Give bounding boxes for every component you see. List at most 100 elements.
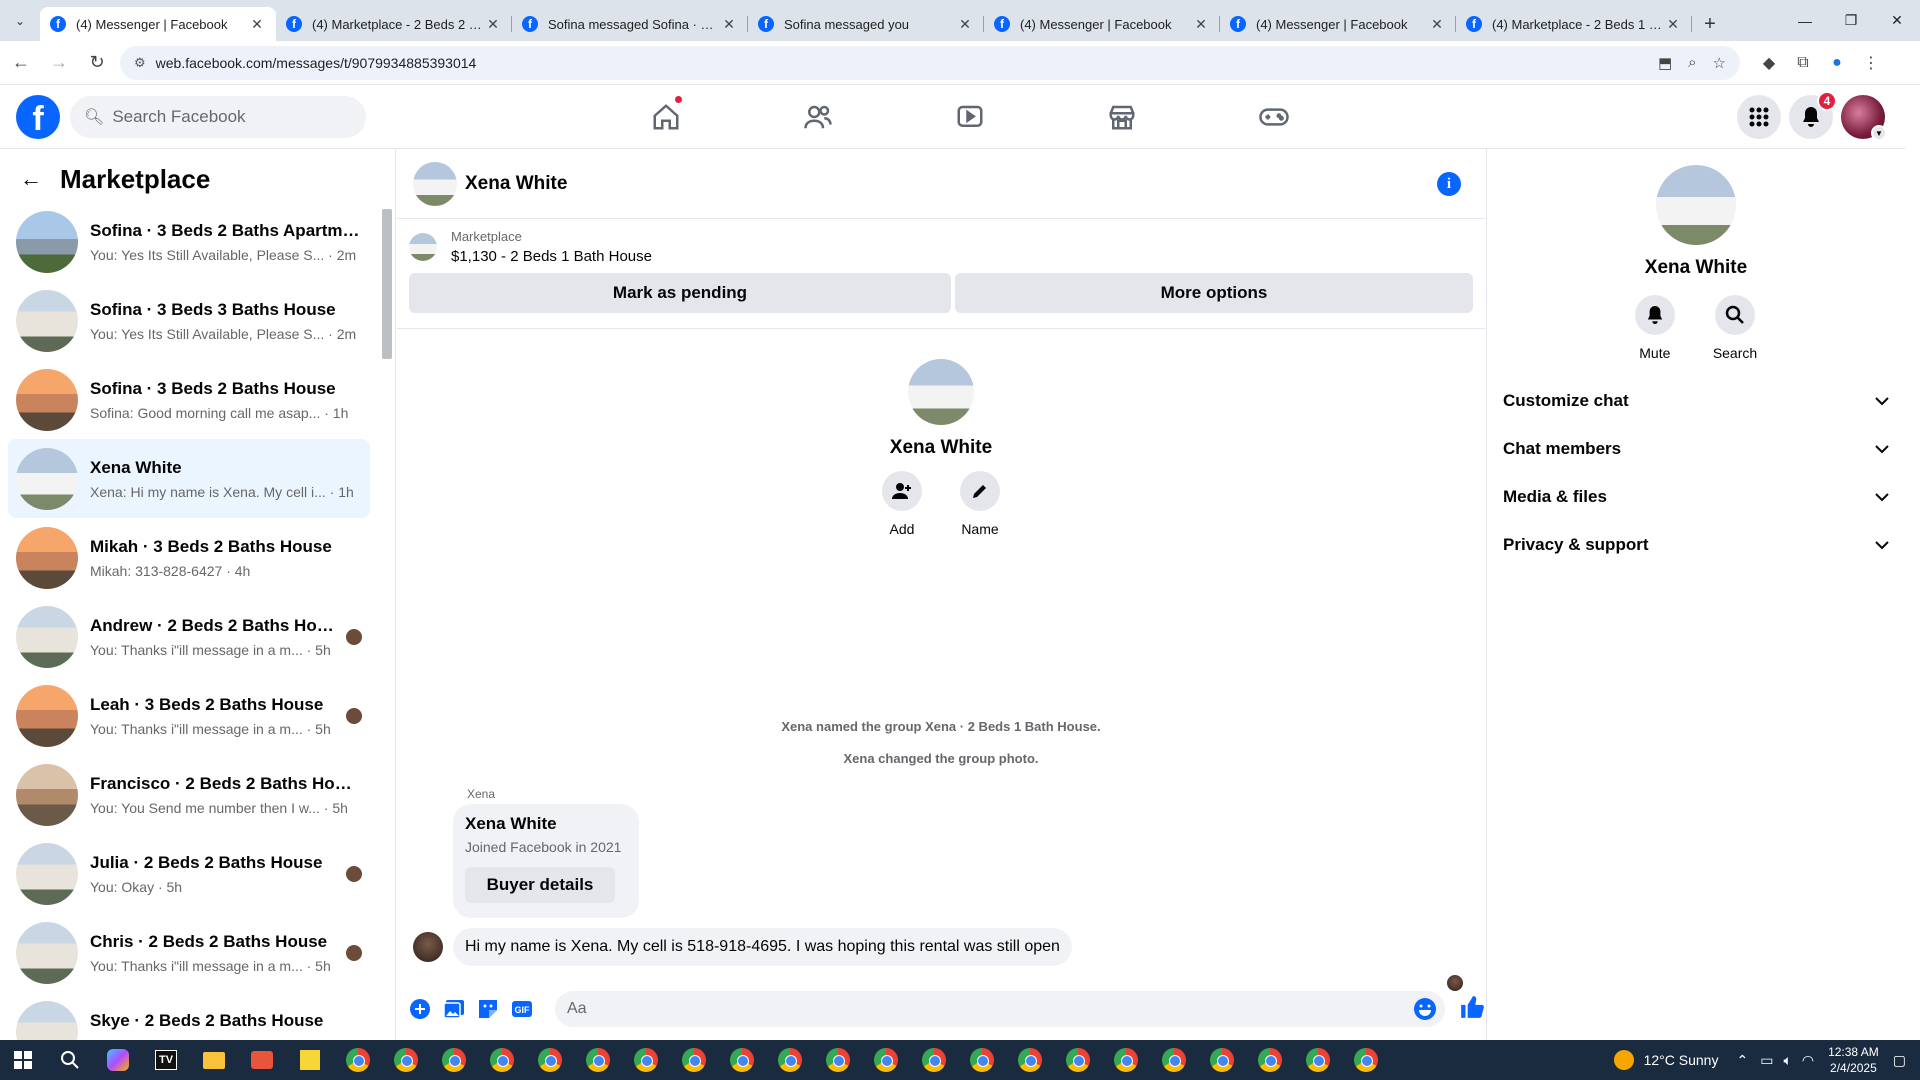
browser-tab[interactable]: f (4) Messenger | Facebook ✕ xyxy=(40,7,276,41)
chrome-taskbar-icon[interactable] xyxy=(814,1040,862,1080)
chrome-taskbar-icon[interactable] xyxy=(622,1040,670,1080)
chrome-taskbar-icon[interactable] xyxy=(1150,1040,1198,1080)
close-window-button[interactable]: ✕ xyxy=(1874,0,1920,41)
browser-tab[interactable]: f (4) Messenger | Facebook ✕ xyxy=(984,7,1220,41)
chrome-taskbar-icon[interactable] xyxy=(958,1040,1006,1080)
minimize-button[interactable]: — xyxy=(1782,0,1828,41)
conversation-item[interactable]: Julia · 2 Beds 2 Baths House You: Okay · … xyxy=(8,834,370,913)
emoji-icon[interactable] xyxy=(1413,997,1437,1026)
gif-icon[interactable]: GIF xyxy=(507,994,537,1024)
info-icon[interactable]: i xyxy=(1437,172,1461,196)
tray-chevron-icon[interactable]: ⌃ xyxy=(1736,1052,1748,1069)
chrome-taskbar-icon[interactable] xyxy=(382,1040,430,1080)
conversation-item[interactable]: Andrew · 2 Beds 2 Baths House You: Thanks… xyxy=(8,597,370,676)
message-input[interactable]: Aa xyxy=(555,991,1445,1027)
clock[interactable]: 12:38 AM 2/4/2025 xyxy=(1828,1044,1879,1076)
photo-icon[interactable] xyxy=(439,994,469,1024)
mark-as-pending-button[interactable]: Mark as pending xyxy=(409,273,951,313)
close-tab-icon[interactable]: ✕ xyxy=(1664,16,1682,33)
file-explorer-icon[interactable] xyxy=(190,1040,238,1080)
listing-title[interactable]: $1,130 - 2 Beds 1 Bath House xyxy=(451,248,652,265)
mute-button[interactable]: Mute xyxy=(1634,295,1675,361)
search-in-chat-button[interactable]: Search xyxy=(1713,295,1757,361)
sticker-icon[interactable] xyxy=(473,994,503,1024)
tab-search-button[interactable]: ⌄ xyxy=(0,0,40,41)
chat-name[interactable]: Xena White xyxy=(465,173,567,195)
home-nav-icon[interactable] xyxy=(590,85,742,149)
sender-avatar[interactable] xyxy=(413,932,443,962)
conversation-item[interactable]: Xena White Xena: Hi my name is Xena. My c… xyxy=(8,439,370,518)
chrome-taskbar-icon[interactable] xyxy=(670,1040,718,1080)
app-icon[interactable]: TV xyxy=(142,1040,190,1080)
marketplace-nav-icon[interactable] xyxy=(1046,85,1198,149)
name-group-button[interactable]: Name xyxy=(960,471,1000,537)
wifi-icon[interactable]: ◠ xyxy=(1802,1052,1814,1069)
chrome-taskbar-icon[interactable] xyxy=(1054,1040,1102,1080)
details-menu-item[interactable]: Chat members xyxy=(1503,425,1889,473)
plus-icon[interactable] xyxy=(405,994,435,1024)
chat-avatar[interactable] xyxy=(413,161,457,206)
close-tab-icon[interactable]: ✕ xyxy=(720,16,738,33)
forward-button[interactable]: → xyxy=(42,46,76,80)
page-scrollbar[interactable] xyxy=(1905,85,1920,1040)
chrome-taskbar-icon[interactable] xyxy=(862,1040,910,1080)
more-options-button[interactable]: More options xyxy=(955,273,1473,313)
conversation-item[interactable]: Sofina · 3 Beds 3 Baths House You: Yes It… xyxy=(8,281,370,360)
chrome-taskbar-icon[interactable] xyxy=(766,1040,814,1080)
back-button[interactable]: ← xyxy=(4,46,38,80)
chrome-taskbar-icon[interactable] xyxy=(1342,1040,1390,1080)
close-tab-icon[interactable]: ✕ xyxy=(1192,16,1210,33)
thumbs-up-icon[interactable] xyxy=(1459,994,1485,1025)
close-tab-icon[interactable]: ✕ xyxy=(248,16,266,33)
chrome-taskbar-icon[interactable] xyxy=(478,1040,526,1080)
conversation-item[interactable]: Chris · 2 Beds 2 Baths House You: Thanks … xyxy=(8,913,370,992)
account-avatar[interactable]: ▼ xyxy=(1841,95,1887,141)
browser-tab[interactable]: f (4) Marketplace - 2 Beds 2 Bath ✕ xyxy=(276,7,512,41)
conversation-item[interactable]: Francisco · 2 Beds 2 Baths House You: You… xyxy=(8,755,370,834)
message-bubble[interactable]: Hi my name is Xena. My cell is 518-918-4… xyxy=(453,928,1072,966)
listing-thumbnail[interactable] xyxy=(409,233,437,261)
app-icon[interactable] xyxy=(238,1040,286,1080)
windows-start-icon[interactable] xyxy=(0,1040,46,1080)
gaming-nav-icon[interactable] xyxy=(1198,85,1350,149)
sticky-notes-icon[interactable] xyxy=(286,1040,334,1080)
scrollbar-thumb[interactable] xyxy=(382,209,392,359)
chrome-taskbar-icon[interactable] xyxy=(526,1040,574,1080)
add-member-button[interactable]: Add xyxy=(882,471,922,537)
conversation-item[interactable]: Sofina · 3 Beds 2 Baths Apartme... You: Y… xyxy=(8,202,370,281)
buyer-details-button[interactable]: Buyer details xyxy=(465,867,615,903)
chrome-taskbar-icon[interactable] xyxy=(1198,1040,1246,1080)
facebook-logo[interactable]: f xyxy=(16,94,60,139)
chrome-taskbar-icon[interactable] xyxy=(1006,1040,1054,1080)
browser-menu-icon[interactable]: ⋮ xyxy=(1854,53,1888,73)
site-info-icon[interactable]: ⚙ xyxy=(134,55,146,71)
zoom-icon[interactable]: ⌕ xyxy=(1688,54,1696,71)
chrome-taskbar-icon[interactable] xyxy=(334,1040,382,1080)
back-arrow-icon[interactable]: ← xyxy=(20,166,42,192)
chrome-taskbar-icon[interactable] xyxy=(910,1040,958,1080)
video-nav-icon[interactable] xyxy=(894,85,1046,149)
sidebar-scrollbar[interactable] xyxy=(380,209,392,1040)
chrome-taskbar-icon[interactable] xyxy=(1294,1040,1342,1080)
conversation-item[interactable]: Sofina · 3 Beds 2 Baths House Sofina: Goo… xyxy=(8,360,370,439)
new-tab-button[interactable]: + xyxy=(1692,7,1728,41)
details-menu-item[interactable]: Customize chat xyxy=(1503,377,1889,425)
chrome-taskbar-icon[interactable] xyxy=(574,1040,622,1080)
address-bar[interactable]: ⚙ web.facebook.com/messages/t/9079934885… xyxy=(120,45,1740,80)
details-menu-item[interactable]: Media & files xyxy=(1503,473,1889,521)
close-tab-icon[interactable]: ✕ xyxy=(484,16,502,33)
extension-icon[interactable]: ◆ xyxy=(1752,53,1786,73)
chrome-taskbar-icon[interactable] xyxy=(1246,1040,1294,1080)
close-tab-icon[interactable]: ✕ xyxy=(1428,16,1446,33)
menu-grid-button[interactable] xyxy=(1737,95,1781,139)
facebook-search-input[interactable]: 🔍︎ Search Facebook xyxy=(70,95,366,138)
chrome-taskbar-icon[interactable] xyxy=(718,1040,766,1080)
close-tab-icon[interactable]: ✕ xyxy=(956,16,974,33)
chrome-taskbar-icon[interactable] xyxy=(430,1040,478,1080)
restore-button[interactable]: ❐ xyxy=(1828,0,1874,41)
meet-icon[interactable]: ▭ xyxy=(1760,1052,1773,1069)
browser-tab[interactable]: f Sofina messaged you ✕ xyxy=(748,7,984,41)
weather-text[interactable]: 12°C Sunny xyxy=(1644,1052,1719,1068)
volume-icon[interactable]: 🔈︎ xyxy=(1783,1052,1791,1069)
notifications-button[interactable]: 4 xyxy=(1789,91,1837,139)
